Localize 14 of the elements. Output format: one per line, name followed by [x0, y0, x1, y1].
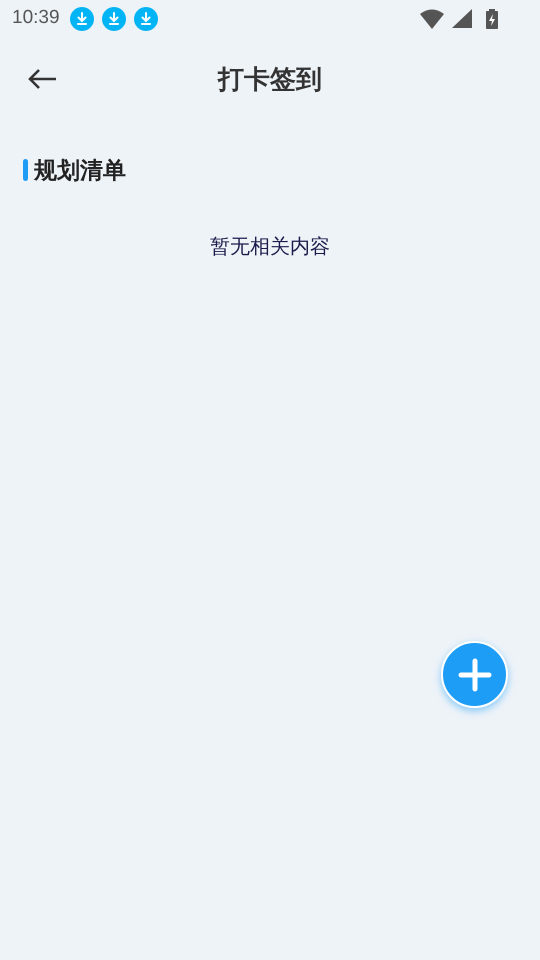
wifi-icon — [420, 8, 444, 28]
add-button[interactable] — [441, 641, 508, 708]
signal-icon — [452, 9, 472, 28]
battery-icon — [486, 8, 498, 28]
status-time: 10:39 — [12, 6, 60, 30]
download-icon — [102, 6, 126, 30]
section-title: 规划清单 — [34, 156, 126, 185]
download-icon — [70, 6, 94, 30]
plus-icon — [458, 658, 492, 692]
back-arrow-icon — [26, 67, 58, 91]
download-icon — [134, 6, 158, 30]
empty-message: 暂无相关内容 — [210, 234, 330, 260]
page-title: 打卡签到 — [218, 62, 322, 96]
section-accent-bar — [23, 159, 28, 182]
